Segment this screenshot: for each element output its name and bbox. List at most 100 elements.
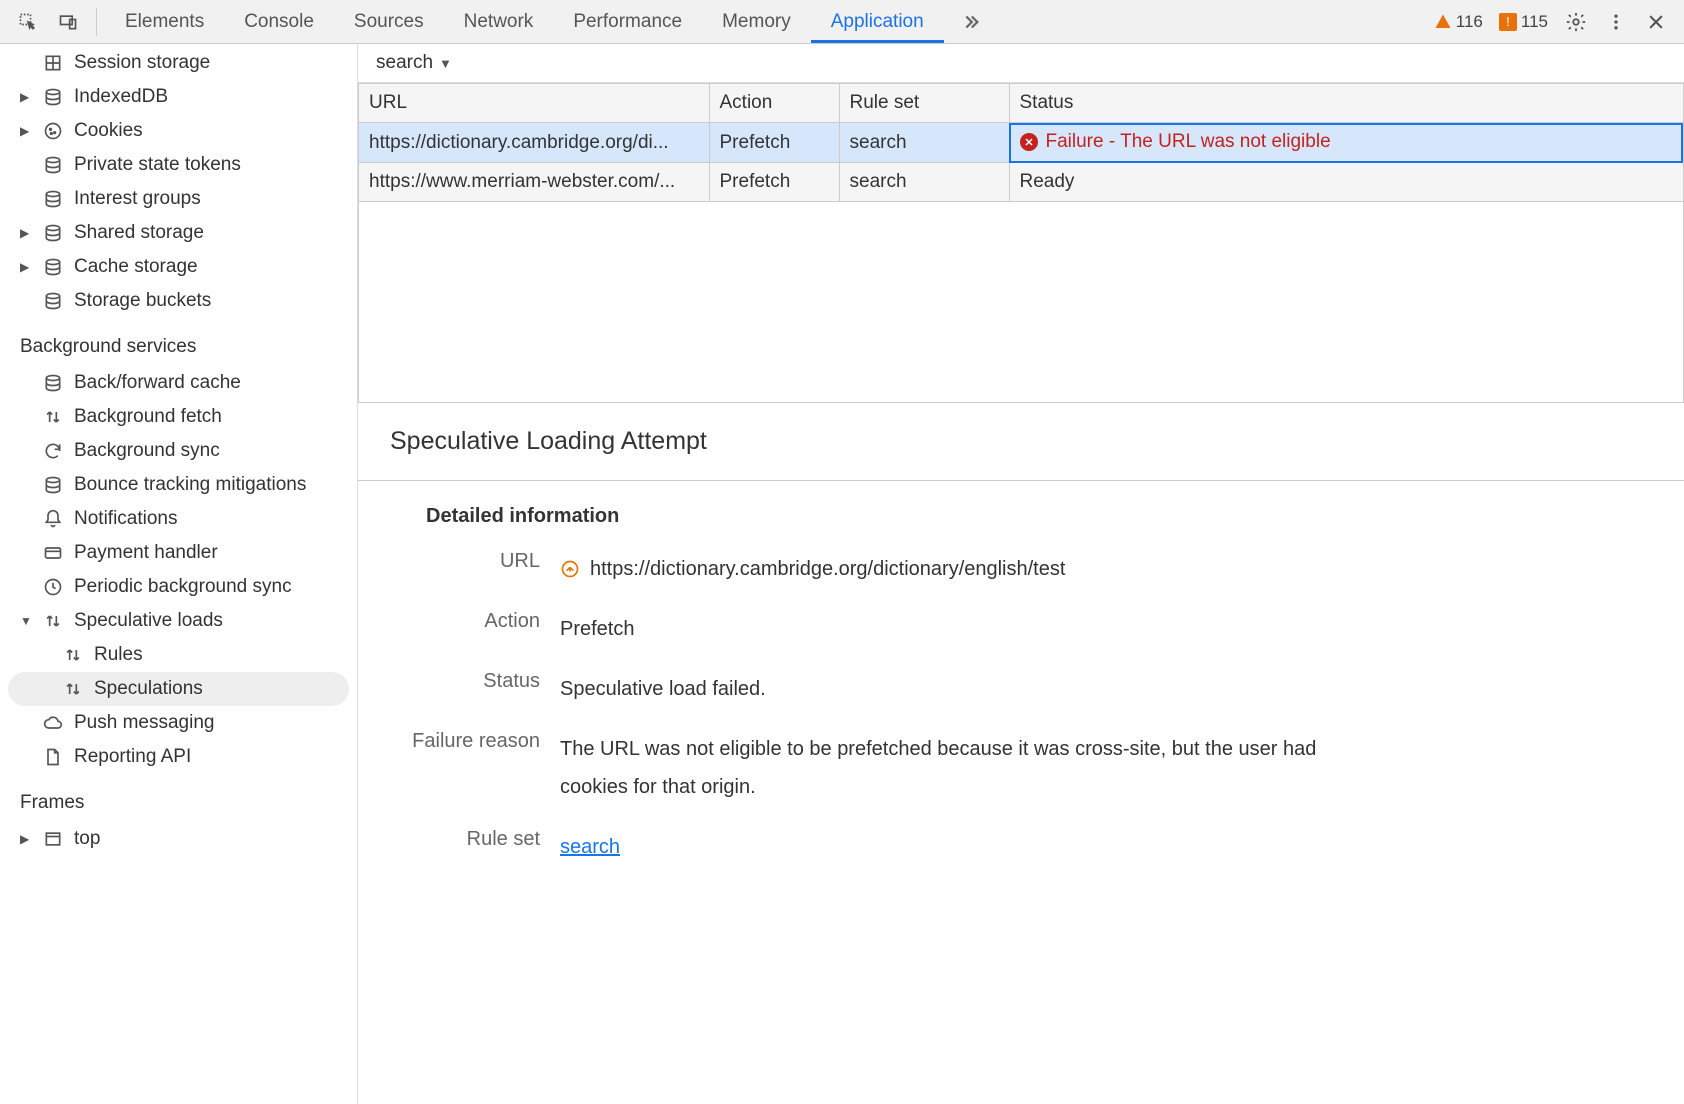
- device-toggle-icon[interactable]: [54, 8, 82, 36]
- clock-icon: [42, 576, 64, 598]
- application-sidebar: Session storage ▶ IndexedDB ▶Cookies Private…: [0, 44, 358, 1104]
- expand-arrow-icon: ▶: [20, 90, 32, 104]
- status-warn-icon: [560, 559, 580, 579]
- sidebar-item-storage-buckets[interactable]: Storage buckets: [0, 284, 357, 318]
- cookie-icon: [42, 120, 64, 142]
- more-tabs-icon[interactable]: [956, 8, 984, 36]
- sidebar-item-cache-storage[interactable]: ▶Cache storage: [0, 250, 357, 284]
- warnings-count: 116: [1456, 12, 1483, 32]
- sidebar-item-indexeddb[interactable]: ▶ IndexedDB: [0, 80, 357, 114]
- db-icon: [42, 372, 64, 394]
- sidebar-section-background-services: Background services: [0, 318, 357, 366]
- tab-console[interactable]: Console: [224, 1, 334, 43]
- updown-icon: [62, 644, 84, 666]
- issues-badge[interactable]: ! 115: [1499, 12, 1548, 32]
- sidebar-item-speculative-loads[interactable]: ▼ Speculative loads: [0, 604, 357, 638]
- sidebar-item-speculations[interactable]: Speculations: [8, 672, 349, 706]
- sidebar-item-label: Periodic background sync: [74, 576, 292, 598]
- bell-icon: [42, 508, 64, 530]
- sidebar-item-payment-handler[interactable]: Payment handler: [0, 536, 357, 570]
- column-header-action[interactable]: Action: [709, 84, 839, 123]
- expand-arrow-icon: ▶: [20, 226, 32, 240]
- sync-icon: [42, 440, 64, 462]
- sidebar-item-label: Rules: [94, 644, 143, 666]
- error-icon: [1020, 133, 1038, 151]
- table-cell: https://dictionary.cambridge.org/di...: [359, 123, 709, 163]
- column-header-url[interactable]: URL: [359, 84, 709, 123]
- devtools-toolbar: ElementsConsoleSourcesNetworkPerformance…: [0, 0, 1684, 44]
- filter-dropdown[interactable]: search ▼: [376, 52, 452, 74]
- status-cell: Failure - The URL was not eligible: [1009, 123, 1683, 163]
- inspect-icon[interactable]: [14, 8, 42, 36]
- sidebar-item-label: Reporting API: [74, 746, 191, 768]
- sidebar-item-label: Background sync: [74, 440, 220, 462]
- tab-elements[interactable]: Elements: [105, 1, 224, 43]
- tab-performance[interactable]: Performance: [553, 1, 702, 43]
- sidebar-item-label: IndexedDB: [74, 86, 168, 108]
- column-header-status[interactable]: Status: [1009, 84, 1683, 123]
- updown-icon: [42, 406, 64, 428]
- expand-arrow-icon: ▶: [20, 260, 32, 274]
- sidebar-item-periodic-background-sync[interactable]: Periodic background sync: [0, 570, 357, 604]
- sidebar-item-label: Private state tokens: [74, 154, 241, 176]
- tab-memory[interactable]: Memory: [702, 1, 811, 43]
- settings-icon[interactable]: [1562, 8, 1590, 36]
- detail-ruleset-link[interactable]: search: [560, 828, 620, 866]
- tab-sources[interactable]: Sources: [334, 1, 444, 43]
- column-header-rule-set[interactable]: Rule set: [839, 84, 1009, 123]
- sidebar-item-background-sync[interactable]: Background sync: [0, 434, 357, 468]
- detail-failure-label: Failure reason: [390, 730, 560, 806]
- sidebar-item-reporting-api[interactable]: Reporting API: [0, 740, 357, 774]
- table-cell: Prefetch: [709, 163, 839, 202]
- sidebar-item-notifications[interactable]: Notifications: [0, 502, 357, 536]
- table-cell: search: [839, 163, 1009, 202]
- detail-ruleset-label: Rule set: [390, 828, 560, 866]
- sidebar-item-top[interactable]: ▶top: [0, 822, 357, 856]
- sidebar-item-label: Speculative loads: [74, 610, 223, 632]
- close-icon[interactable]: [1642, 8, 1670, 36]
- sidebar-item-bounce-tracking-mitigations[interactable]: Bounce tracking mitigations: [0, 468, 357, 502]
- sidebar-item-shared-storage[interactable]: ▶ Shared storage: [0, 216, 357, 250]
- sidebar-item-interest-groups[interactable]: Interest groups: [0, 182, 357, 216]
- expand-arrow-icon: ▼: [20, 614, 32, 628]
- divider: [358, 480, 1684, 481]
- details-heading: Speculative Loading Attempt: [390, 427, 1652, 456]
- sidebar-item-label: Shared storage: [74, 222, 204, 244]
- table-row[interactable]: https://dictionary.cambridge.org/di...Pr…: [359, 123, 1683, 163]
- filter-bar: search ▼: [358, 44, 1684, 83]
- sidebar-item-label: Notifications: [74, 508, 178, 530]
- detail-action-value: Prefetch: [560, 610, 634, 648]
- sidebar-item-label: Interest groups: [74, 188, 201, 210]
- sidebar-item-push-messaging[interactable]: Push messaging: [0, 706, 357, 740]
- window-icon: [42, 828, 64, 850]
- sidebar-item-background-fetch[interactable]: Background fetch: [0, 400, 357, 434]
- sidebar-section-frames: Frames: [0, 774, 357, 822]
- db-icon: [42, 86, 64, 108]
- kebab-menu-icon[interactable]: [1602, 8, 1630, 36]
- sidebar-item-cookies[interactable]: ▶Cookies: [0, 114, 357, 148]
- db-icon: [42, 188, 64, 210]
- tab-application[interactable]: Application: [811, 1, 944, 43]
- tab-network[interactable]: Network: [444, 1, 554, 43]
- detail-url-label: URL: [390, 550, 560, 588]
- issue-icon: !: [1499, 13, 1517, 31]
- sidebar-item-label: top: [74, 828, 100, 850]
- panel-tabs: ElementsConsoleSourcesNetworkPerformance…: [105, 1, 944, 43]
- sidebar-item-session-storage[interactable]: Session storage: [0, 46, 357, 80]
- db-icon: [42, 474, 64, 496]
- issues-count: 115: [1521, 12, 1548, 32]
- table-cell: Prefetch: [709, 123, 839, 163]
- detail-failure-value: The URL was not eligible to be prefetche…: [560, 730, 1380, 806]
- sidebar-item-private-state-tokens[interactable]: Private state tokens: [0, 148, 357, 182]
- db-icon: [42, 222, 64, 244]
- table-cell: search: [839, 123, 1009, 163]
- sidebar-item-back-forward-cache[interactable]: Back/forward cache: [0, 366, 357, 400]
- filter-label: search: [376, 52, 433, 74]
- sidebar-item-label: Storage buckets: [74, 290, 211, 312]
- table-row[interactable]: https://www.merriam-webster.com/...Prefe…: [359, 163, 1683, 202]
- sidebar-item-rules[interactable]: Rules: [0, 638, 357, 672]
- updown-icon: [42, 610, 64, 632]
- warnings-badge[interactable]: 116: [1434, 12, 1483, 32]
- content-pane: search ▼ URLActionRule setStatus https:/…: [358, 44, 1684, 1104]
- sidebar-item-label: Bounce tracking mitigations: [74, 474, 306, 496]
